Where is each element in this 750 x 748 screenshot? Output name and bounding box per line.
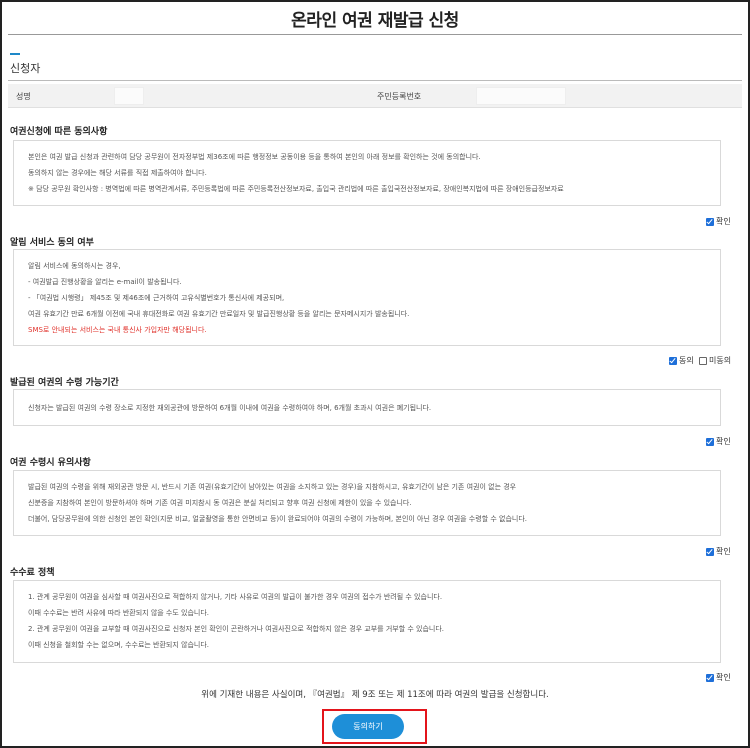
sms-consent-box: 알림 서비스에 동의하시는 경우, - 여권발급 진행상황을 알리는 e-mai…: [13, 249, 721, 346]
pickup-notes-confirm[interactable]: 확인: [706, 546, 731, 557]
pickup-notes-box: 발급된 여권의 수령을 위해 재외공관 방문 시, 반드시 기존 여권(유효기간…: [13, 470, 721, 536]
checkbox-checked-icon[interactable]: [706, 217, 714, 226]
sms-consent-line: - 「여권법 시행령」 제45조 및 제46조에 근거하여 고유식별번호가 통신…: [28, 294, 285, 302]
confirm-label: 확인: [716, 437, 731, 446]
sms-consent-line: - 여권발급 진행상황을 알리는 e-mail이 발송됩니다.: [28, 278, 182, 286]
consent-info-box: 본인은 여권 발급 신청과 관련하여 담당 공무원이 전자정부법 제36조에 따…: [13, 140, 721, 206]
confirm-label: 확인: [716, 547, 731, 556]
section-divider: [8, 80, 742, 81]
confirm-label: 확인: [716, 217, 731, 226]
consent-info-heading: 여권신청에 따른 동의사항: [10, 127, 108, 137]
consent-info-line: 동의하지 않는 경우에는 해당 서류를 직접 제출하여야 합니다.: [28, 169, 207, 177]
fee-policy-confirm[interactable]: 확인: [706, 672, 731, 683]
sms-warning-line: SMS로 안내되는 서비스는 국내 통신사 가입자만 해당됩니다.: [28, 326, 207, 334]
pickup-period-heading: 발급된 여권의 수령 가능기간: [10, 378, 119, 388]
pickup-period-line: 신청자는 발급된 여권의 수령 장소로 지정한 재외공관에 방문하여 6개월 이…: [28, 404, 432, 412]
fee-policy-line: 1. 관계 공무원이 여권을 심사할 때 여권사진으로 적합하지 않거나, 기타…: [28, 593, 443, 601]
sms-disagree-option[interactable]: 미동의: [699, 355, 731, 366]
fee-policy-heading: 수수료 정책: [10, 568, 55, 578]
fee-policy-box: 1. 관계 공무원이 여권을 심사할 때 여권사진으로 적합하지 않거나, 기타…: [13, 580, 721, 663]
checkbox-checked-icon[interactable]: [706, 547, 714, 556]
fee-policy-line: 2. 관계 공무원이 여권을 교부할 때 여권사진으로 신청자 본인 확인이 곤…: [28, 625, 445, 633]
page-title: 온라인 여권 재발급 신청: [291, 11, 459, 31]
pickup-period-box: 신청자는 발급된 여권의 수령 장소로 지정한 재외공관에 방문하여 6개월 이…: [13, 389, 721, 426]
sms-consent-line: 여권 유효기간 만료 6개월 이전에 국내 휴대전화로 여권 유효기간 만료일자…: [28, 310, 410, 318]
applicant-info-row: 성명 주민등록번호: [8, 84, 742, 108]
agree-label: 동의: [679, 356, 694, 365]
confirm-label: 확인: [716, 673, 731, 682]
checkbox-checked-icon[interactable]: [706, 673, 714, 682]
section-accent: [10, 53, 20, 55]
declaration-text: 위에 기재한 내용은 사실이며, 『여권법』 제 9조 또는 제 11조에 따라…: [201, 690, 549, 700]
consent-info-line: ※ 담당 공무원 확인사항 : 병역법에 따른 병역관계서류, 주민등록법에 따…: [28, 185, 564, 193]
pickup-notes-line: 신분증을 지참하여 본인이 방문하셔야 하며 기존 여권 미지참시 동 여권은 …: [28, 499, 412, 507]
checkbox-checked-icon[interactable]: [669, 356, 677, 365]
consent-info-confirm[interactable]: 확인: [706, 216, 731, 227]
rrn-label: 주민등록번호: [377, 92, 422, 101]
sms-consent-line: 알림 서비스에 동의하시는 경우,: [28, 262, 121, 270]
checkbox-checked-icon[interactable]: [706, 437, 714, 446]
applicant-heading: 신청자: [10, 62, 41, 75]
fee-policy-line: 이때 수수료는 반려 사유에 따라 반환되지 않을 수도 있습니다.: [28, 609, 210, 617]
fee-policy-line: 이때 신청을 철회할 수는 없으며, 수수료는 반환되지 않습니다.: [28, 641, 210, 649]
sms-consent-heading: 알림 서비스 동의 여부: [10, 238, 94, 248]
pickup-period-confirm[interactable]: 확인: [706, 436, 731, 447]
name-value-field: [114, 87, 144, 105]
name-label: 성명: [16, 92, 31, 101]
consent-info-line: 본인은 여권 발급 신청과 관련하여 담당 공무원이 전자정부법 제36조에 따…: [28, 153, 481, 161]
agree-button[interactable]: 동의하기: [332, 714, 404, 739]
pickup-notes-line: 더불어, 담당공무원에 의한 신청인 본인 확인(지문 비교, 얼굴촬영을 통한…: [28, 515, 528, 523]
sms-agree-option[interactable]: 동의: [669, 355, 694, 366]
title-divider: [8, 34, 742, 35]
checkbox-unchecked-icon[interactable]: [699, 356, 707, 365]
pickup-notes-heading: 여권 수령시 유의사항: [10, 458, 91, 468]
rrn-value-field: [476, 87, 566, 105]
pickup-notes-line: 발급된 여권의 수령을 위해 재외공관 방문 시, 반드시 기존 여권(유효기간…: [28, 483, 517, 491]
disagree-label: 미동의: [709, 356, 732, 365]
